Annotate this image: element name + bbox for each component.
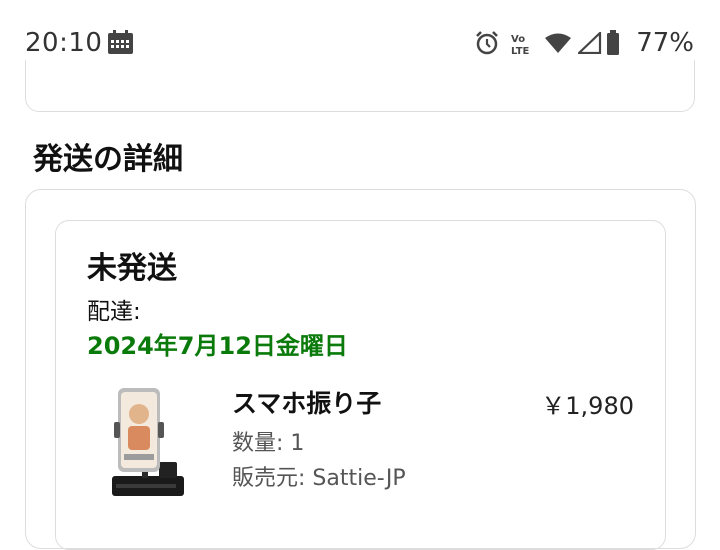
delivery-label: 配達: xyxy=(87,299,141,325)
previous-card xyxy=(25,60,695,112)
delivery-date: 2024年7月12日金曜日 xyxy=(87,332,348,360)
calendar-icon xyxy=(107,30,134,59)
product-name[interactable]: スマホ振り子 xyxy=(232,384,381,420)
cell-signal-icon xyxy=(576,30,602,58)
svg-text:Vo: Vo xyxy=(511,34,525,45)
status-icons: Vo LTE 77% xyxy=(474,28,694,60)
phone-stand-product-image[interactable] xyxy=(104,384,188,504)
product-price: ￥1,980 xyxy=(541,392,634,420)
status-time: 20:10 xyxy=(25,28,103,58)
wifi-icon xyxy=(544,32,572,58)
svg-text:LTE: LTE xyxy=(511,46,530,56)
volte-icon: Vo LTE xyxy=(510,32,536,60)
battery-percent: 77% xyxy=(636,28,694,58)
product-seller: 販売元: Sattie-JP xyxy=(232,466,406,491)
product-quantity: 数量: 1 xyxy=(232,431,305,456)
shipment-status: 未発送 xyxy=(87,251,177,286)
section-title: 発送の詳細 xyxy=(33,142,183,177)
battery-icon xyxy=(606,30,620,60)
alarm-icon xyxy=(474,30,500,60)
